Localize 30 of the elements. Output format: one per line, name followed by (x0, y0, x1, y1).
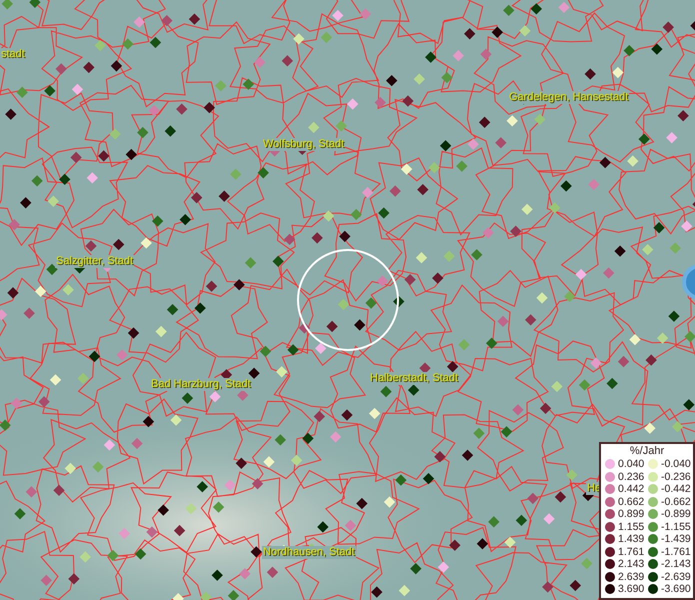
city-label: Bad Harzburg, Stadt (150, 378, 252, 391)
legend-value: 0.662 (618, 496, 644, 507)
legend-value: -2.639 (661, 572, 691, 582)
legend-value: -1.439 (661, 534, 691, 544)
legend-value: -0.442 (661, 484, 691, 494)
legend-value: -1.761 (661, 546, 691, 557)
legend-value: 1.761 (618, 546, 644, 557)
city-label: Salzgitter, Stadt (55, 255, 134, 268)
legend-value: -0.236 (661, 472, 691, 482)
legend-value: 0.899 (618, 509, 644, 520)
legend-value: 2.143 (618, 559, 644, 570)
city-label: Halberstadt, Stadt (369, 372, 460, 385)
legend-value: 0.236 (618, 472, 644, 482)
legend-title: %/Jahr (628, 445, 666, 458)
city-label: Nordhausen, Stadt (262, 546, 356, 559)
legend-value: -3.690 (661, 584, 691, 594)
legend-value: -1.155 (661, 522, 691, 532)
legend-value: 3.690 (618, 584, 644, 594)
legend-value: 1.155 (618, 522, 644, 532)
city-label: Gardelegen, Hansestadt (508, 91, 630, 104)
legend-value: 0.040 (618, 459, 644, 470)
legend-value: 2.639 (618, 572, 644, 582)
legend-value: -2.143 (661, 559, 691, 570)
legend-value: -0.662 (661, 496, 691, 507)
city-label: Wolfsburg, Stadt (262, 138, 346, 151)
selection-circle[interactable] (297, 249, 399, 351)
legend-value: 0.442 (618, 484, 644, 494)
legend-value: -0.040 (661, 459, 691, 470)
legend-value: 1.439 (618, 534, 644, 544)
legend-value: -0.899 (661, 509, 691, 520)
